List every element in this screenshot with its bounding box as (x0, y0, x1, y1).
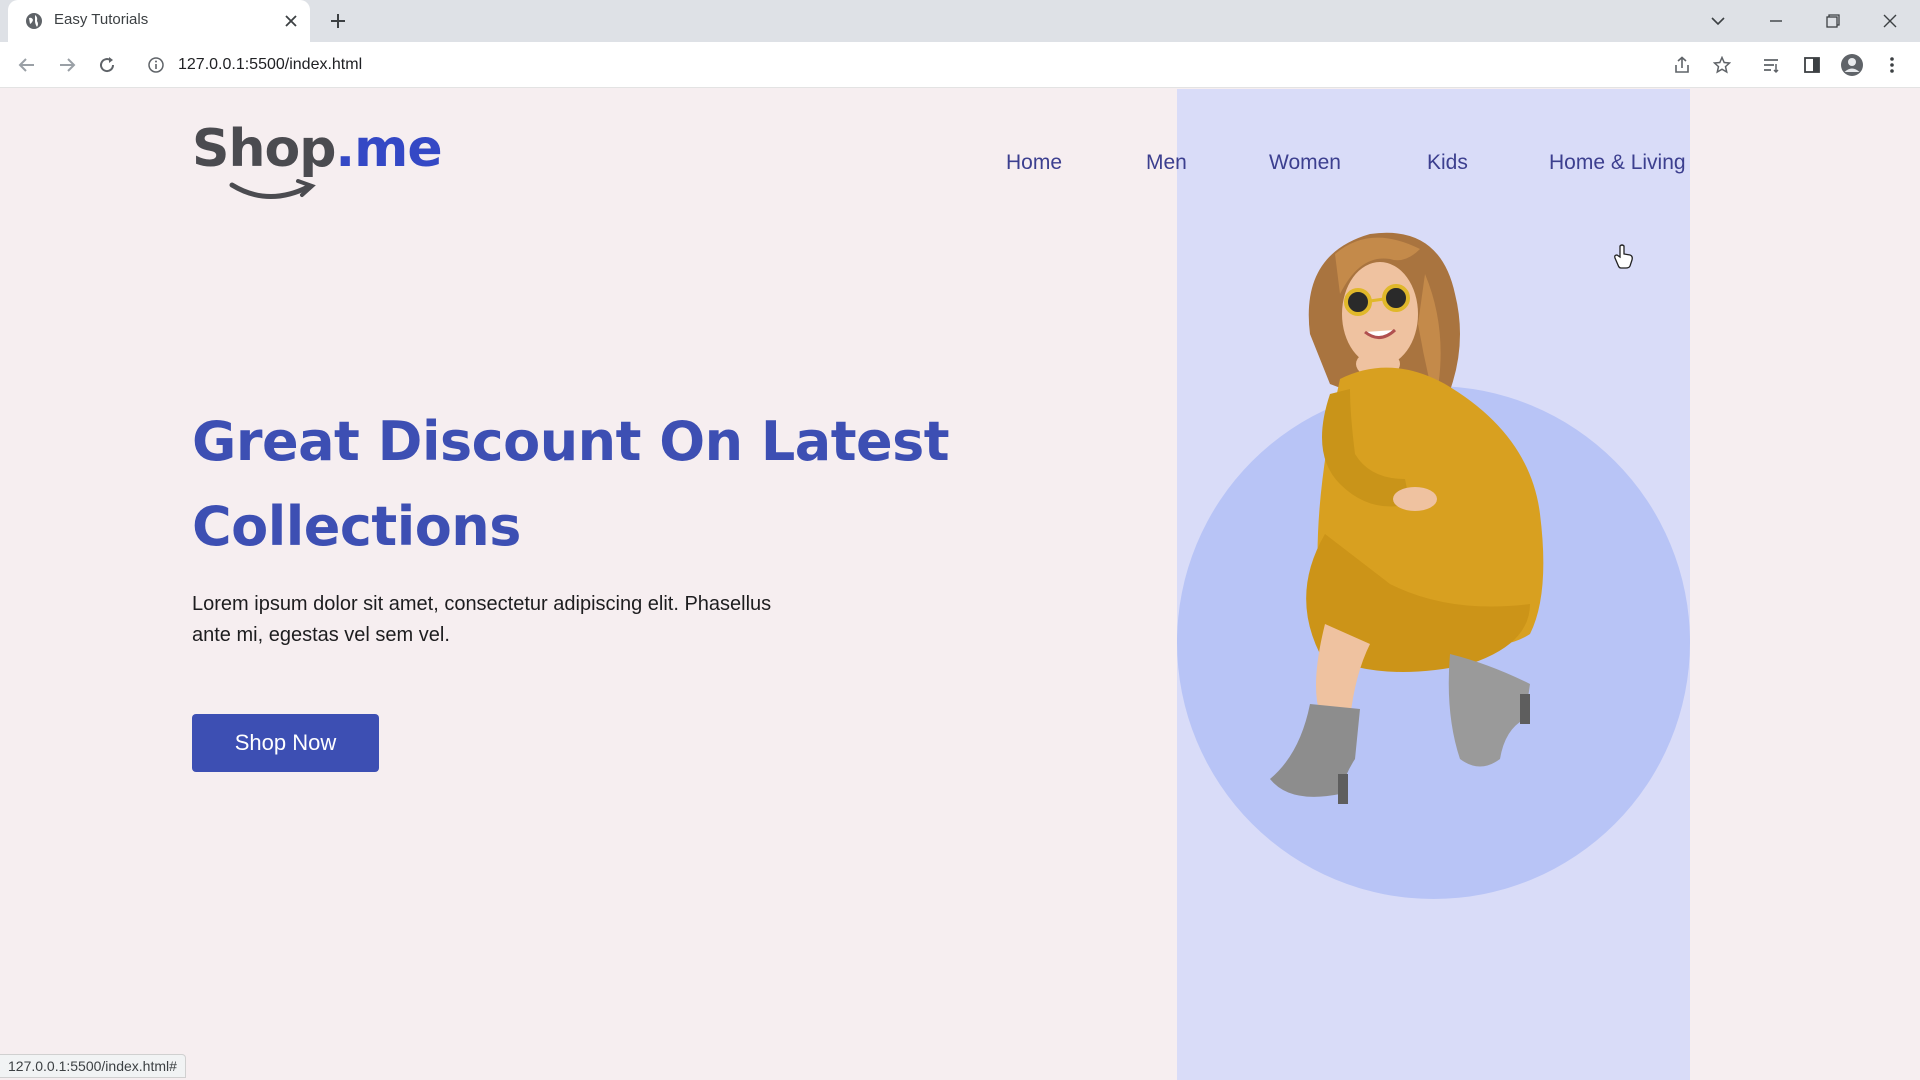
logo-text-me: .me (335, 119, 442, 179)
menu-icon[interactable] (1878, 51, 1906, 79)
url-text: 127.0.0.1:5500/index.html (178, 56, 363, 73)
star-icon[interactable] (1708, 51, 1736, 79)
status-bar-url: 127.0.0.1:5500/index.html# (0, 1054, 186, 1078)
reload-icon[interactable] (93, 51, 121, 79)
profile-icon[interactable] (1838, 51, 1866, 79)
tab-title: Easy Tutorials (54, 11, 149, 28)
close-icon[interactable] (280, 10, 302, 32)
hero-headline: Great Discount On Latest Collections (192, 399, 992, 569)
nav-men[interactable]: Men (1146, 151, 1187, 175)
model-image (1270, 232, 1544, 804)
nav-home[interactable]: Home (1006, 151, 1062, 175)
description-line-2: ante mi, egestas vel sem vel. (192, 624, 450, 646)
plus-icon[interactable] (326, 9, 350, 33)
nav-kids[interactable]: Kids (1427, 151, 1468, 175)
web-page: Shop.me Home Men Women Kids Home & Livin… (0, 89, 1920, 1080)
hand-cursor-icon (1614, 244, 1633, 269)
description-line-1: Lorem ipsum dolor sit amet, consectetur … (192, 593, 772, 615)
browser-tab[interactable]: Easy Tutorials (8, 0, 310, 42)
logo[interactable]: Shop.me (192, 119, 452, 219)
side-panel-icon[interactable] (1798, 51, 1826, 79)
address-bar[interactable]: 127.0.0.1:5500/index.html (140, 48, 1710, 82)
close-window-icon[interactable] (1875, 6, 1905, 36)
browser-toolbar: 127.0.0.1:5500/index.html (0, 42, 1920, 88)
headline-line-1: Great Discount On Latest (192, 410, 950, 473)
logo-text-shop: Shop (192, 119, 336, 179)
globe-icon (26, 13, 42, 29)
nav-women[interactable]: Women (1269, 151, 1341, 175)
info-icon[interactable] (148, 57, 164, 73)
hero-description: Lorem ipsum dolor sit amet, consectetur … (192, 589, 892, 651)
reading-list-icon[interactable] (1757, 51, 1785, 79)
headline-line-2: Collections (192, 495, 521, 558)
restore-icon[interactable] (1818, 6, 1848, 36)
tab-search-icon[interactable] (1703, 6, 1733, 36)
nav-home-living[interactable]: Home & Living (1549, 151, 1686, 175)
share-icon[interactable] (1668, 51, 1696, 79)
minimize-icon[interactable] (1761, 6, 1791, 36)
forward-icon[interactable] (53, 51, 81, 79)
smile-arrow-icon (229, 179, 316, 199)
back-icon[interactable] (13, 51, 41, 79)
tab-strip: Easy Tutorials (0, 0, 1920, 42)
shop-now-button[interactable]: Shop Now (192, 714, 379, 772)
